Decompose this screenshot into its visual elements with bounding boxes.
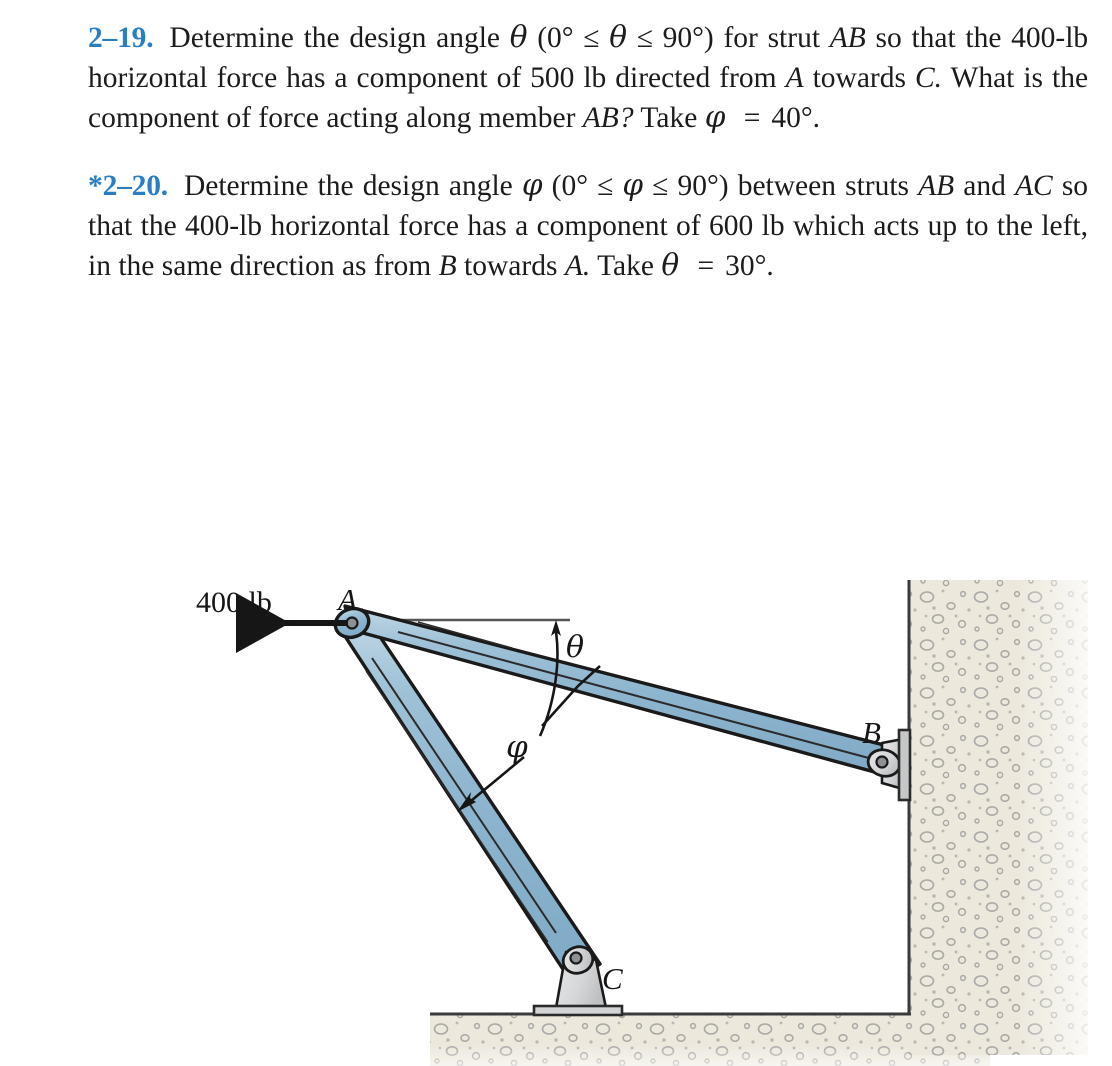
problem-2-20-seg-20: Take (597, 250, 654, 283)
problem-2-20-seg-1: Determine (183, 170, 309, 203)
problem-2-20-number: 2–20. (102, 170, 169, 203)
joint-b-label: B (862, 715, 881, 750)
problem-2-19-seg-8: ≤ 90°) (636, 22, 714, 54)
problem-text-block: 2–19. Determine the design angle θ (0° ≤ … (88, 18, 1088, 287)
problem-2-20-seg-2: the (317, 170, 354, 203)
phi-angle-label: φ (506, 729, 528, 765)
problem-2-20-phi-symbol-2: φ (622, 168, 644, 203)
problem-2-20-theta-value: 30°. (725, 250, 774, 283)
problem-2-19-seg-6: (0° ≤ (537, 22, 600, 54)
joint-c-base-plate (532, 1004, 624, 1017)
textbook-page: 2–19. Determine the design angle θ (0° ≤ … (0, 0, 1112, 1066)
problem-2-20-phi-symbol: φ (521, 168, 543, 203)
problem-2-20-seg-3: design (362, 170, 440, 203)
problem-2-20-member-ac: AC (1015, 170, 1053, 203)
problem-2-20-point-a: A. (564, 250, 591, 283)
joint-c-label: C (602, 961, 623, 996)
strut-assembly-figure: 400 lb A B C θ φ (0, 540, 1112, 1066)
problem-2-19-phi-symbol: φ (704, 100, 726, 135)
joint-b-pin (875, 755, 889, 769)
joint-a-pin-center (345, 616, 359, 630)
problem-2-19-point-c: C. (914, 61, 943, 94)
problem-2-19: 2–19. Determine the design angle θ (0° ≤ … (88, 18, 1088, 139)
problem-2-20-seg-4: angle (448, 170, 513, 203)
problem-2-20-seg-16: the same direction as from (118, 250, 432, 283)
problem-2-19-seg-20: Take (640, 102, 698, 135)
problem-2-19-seg-1: Determine (169, 22, 294, 54)
problem-2-20: *2–20. Determine the design angle φ (0° ≤… (88, 166, 1088, 287)
figure-svg (236, 580, 1088, 1066)
problem-2-19-theta-symbol: θ (509, 20, 528, 54)
joint-c-pin (569, 951, 583, 965)
problem-2-19-seg-2: the (303, 22, 340, 54)
problem-2-19-number: 2–19. (88, 22, 154, 54)
problem-2-19-member-ab: AB (829, 22, 866, 54)
problem-2-20-equals: = (697, 250, 715, 283)
problem-2-20-star: * (88, 170, 103, 203)
problem-2-19-theta-symbol-2: θ (609, 20, 627, 54)
problem-2-19-point-a: A (785, 61, 804, 94)
problem-2-20-seg-12: and (963, 170, 1006, 203)
problem-2-19-seg-13: of 500 lb directed from (496, 61, 777, 94)
problem-2-20-member-ab: AB (918, 170, 955, 203)
problem-2-20-seg-18: towards (464, 250, 558, 283)
problem-2-20-seg-8: ≤ 90°) (652, 170, 729, 203)
theta-angle-label: θ (566, 630, 585, 665)
problem-2-19-seg-18: of force acting along member (226, 102, 576, 135)
problem-2-20-point-b: B (438, 250, 457, 283)
problem-2-19-equals: = (743, 102, 761, 135)
problem-2-20-seg-9: between (737, 170, 836, 203)
joint-b-mounting-plate (897, 728, 912, 802)
wall (908, 580, 1088, 1055)
problem-2-20-seg-6: (0° ≤ (551, 170, 614, 203)
joint-a-label: A (338, 582, 357, 617)
problem-2-20-seg-10: struts (845, 170, 910, 203)
problem-2-19-seg-10: strut (767, 22, 821, 54)
ground (430, 1013, 990, 1066)
problem-2-19-seg-15: towards (812, 61, 906, 94)
problem-2-19-seg-4: angle (436, 22, 501, 54)
problem-2-20-theta-symbol: θ (661, 248, 680, 283)
problem-2-19-phi-value: 40°. (771, 102, 821, 135)
force-label-400lb: 400 lb (196, 586, 272, 619)
problem-2-19-seg-3: design (349, 22, 427, 54)
strut-ac-inner-line (371, 657, 557, 934)
problem-2-19-seg-9: for (723, 22, 758, 54)
strut-ab-inner-line (397, 631, 881, 762)
problem-2-19-member-ab-2: AB? (582, 102, 634, 135)
strut-ac-inner-line-2 (365, 670, 549, 943)
